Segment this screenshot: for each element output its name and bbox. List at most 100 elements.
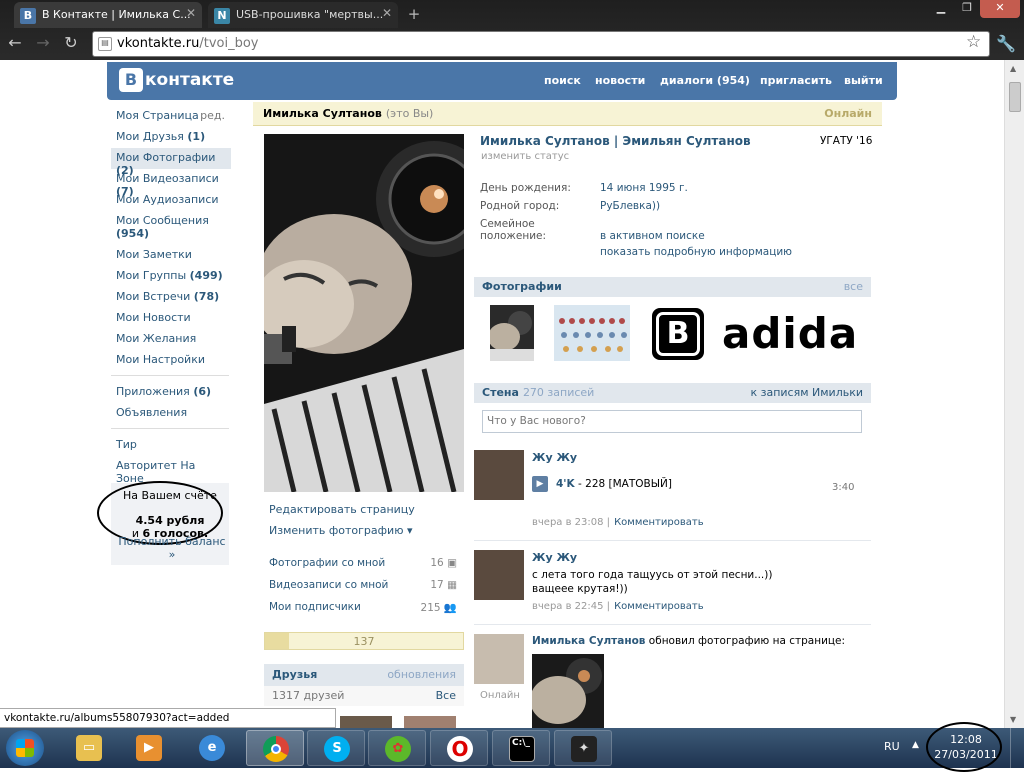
friends-header[interactable]: Друзья обновления	[264, 664, 464, 686]
menu-apps[interactable]: Приложения (6)	[111, 382, 231, 403]
reload-button[interactable]: ↻	[60, 34, 82, 54]
change-status-link[interactable]: изменить статус	[481, 151, 569, 162]
wrench-icon[interactable]: 🔧	[996, 34, 1016, 53]
photos-section-header[interactable]: Фотографии все	[474, 277, 871, 297]
nav-logout-link[interactable]: выйти	[844, 74, 883, 87]
edit-page-link[interactable]: Редактировать страницу	[269, 503, 415, 516]
scroll-down-icon[interactable]: ▼	[1010, 715, 1016, 724]
photos-all-link[interactable]: все	[844, 280, 863, 293]
media-player-icon: ▶	[136, 735, 162, 761]
page-scrollbar[interactable]: ▲ ▼	[1004, 60, 1024, 728]
taskbar-internet-explorer[interactable]: e	[183, 730, 241, 766]
icq-flower-icon: ✿	[385, 736, 411, 762]
tray-expand-icon[interactable]: ▲	[912, 740, 919, 750]
profile-avatar[interactable]	[264, 134, 464, 492]
post-author[interactable]: Жу Жу	[532, 451, 577, 464]
post-author-avatar[interactable]	[474, 634, 524, 684]
audio-track[interactable]: 4'K - 228 [МАТОВЫЙ]	[556, 478, 672, 490]
taskbar-chrome[interactable]	[246, 730, 304, 766]
nav-news-link[interactable]: новости	[595, 74, 645, 87]
profile-full-name: Имилька Султанов | Эмильян Султанов	[480, 134, 751, 148]
menu-events[interactable]: Мои Встречи (78)	[111, 287, 231, 308]
menu-videos[interactable]: Мои Видеозаписи (7)	[111, 169, 231, 198]
show-more-info-link[interactable]: показать подробную информацию	[600, 246, 792, 258]
wall-post-input[interactable]: Что у Вас нового?	[482, 410, 862, 433]
rating-bar[interactable]: 137	[264, 632, 464, 650]
friend-avatar[interactable]	[404, 716, 456, 728]
address-bar[interactable]: ▤ vkontakte.ru/tvoi_boy	[92, 31, 990, 57]
post-author-avatar[interactable]	[474, 550, 524, 600]
scroll-up-icon[interactable]: ▲	[1010, 64, 1016, 73]
menu-audio[interactable]: Мои Аудиозаписи	[111, 190, 231, 211]
info-birthday: День рождения: 14 июня 1995 г.	[480, 182, 688, 194]
menu-notes[interactable]: Мои Заметки	[111, 245, 231, 266]
photo-thumbnail[interactable]	[554, 305, 630, 361]
post-meta: вчера в 23:08 | Комментировать	[532, 517, 704, 528]
menu-wishes[interactable]: Мои Желания	[111, 329, 231, 350]
taskbar-skype[interactable]: S	[307, 730, 365, 766]
photo-thumbnail[interactable]	[490, 305, 534, 361]
post-photo[interactable]	[532, 654, 604, 728]
show-desktop-button[interactable]	[1010, 728, 1024, 768]
bookmark-star-icon[interactable]: ☆	[966, 32, 981, 52]
taskbar-cmd[interactable]: C:\_	[492, 730, 550, 766]
taskbar-opera[interactable]: O	[430, 730, 488, 766]
comment-link[interactable]: Комментировать	[614, 601, 704, 612]
taskbar-media-player[interactable]: ▶	[120, 730, 178, 766]
menu-groups[interactable]: Мои Группы (499)	[111, 266, 231, 287]
tab-vkontakte[interactable]: В В Контакте | Имилька С... ✕	[14, 2, 202, 28]
menu-my-page[interactable]: Моя Страница ред.	[111, 106, 231, 127]
language-indicator[interactable]: RU	[884, 740, 900, 753]
new-tab-button[interactable]: +	[404, 6, 424, 24]
topup-balance-link[interactable]: Пополнить баланс »	[115, 535, 229, 561]
wall-section-header[interactable]: Стена 270 записей к записям Имильки	[474, 383, 871, 403]
post-divider	[474, 624, 871, 625]
menu-news[interactable]: Мои Новости	[111, 308, 231, 329]
close-icon[interactable]: ✕	[186, 6, 196, 20]
vk-logo[interactable]: Вконтакте	[119, 68, 234, 92]
menu-settings[interactable]: Мои Настройки	[111, 350, 231, 371]
subscribers-link[interactable]: Мои подписчики 215 👥	[269, 601, 459, 614]
menu-ads[interactable]: Объявления	[111, 403, 231, 424]
windows-logo-icon	[16, 739, 34, 757]
menu-app-avtoritet[interactable]: Авторитет На Зоне	[111, 456, 231, 485]
back-button[interactable]: ←	[4, 34, 26, 54]
menu-messages[interactable]: Мои Сообщения (954)	[111, 211, 231, 245]
menu-friends[interactable]: Мои Друзья (1)	[111, 127, 231, 148]
change-photo-link[interactable]: Изменить фотографию ▾	[269, 524, 412, 537]
photos-with-me-link[interactable]: Фотографии со мной 16 ▣	[269, 557, 459, 569]
opera-icon: O	[447, 736, 473, 762]
scroll-thumb[interactable]	[1009, 82, 1021, 112]
menu-photos[interactable]: Мои Фотографии (2)	[111, 148, 231, 177]
videos-with-me-link[interactable]: Видеозаписи со мной 17 ▦	[269, 579, 459, 591]
start-button[interactable]	[6, 730, 44, 766]
university-label[interactable]: УГАТУ '16	[820, 135, 872, 147]
friend-avatar[interactable]	[340, 716, 392, 728]
to-posts-link[interactable]: к записям Имильки	[750, 386, 863, 399]
friends-all-link[interactable]: Все	[436, 689, 456, 702]
minimize-button[interactable]: ▁	[928, 0, 954, 18]
play-icon[interactable]: ▶	[532, 476, 548, 492]
post-author[interactable]: Жу Жу	[532, 551, 577, 564]
nav-invite-link[interactable]: пригласить	[760, 74, 832, 87]
browser-chrome: В В Контакте | Имилька С... ✕ N USB-прош…	[0, 0, 1024, 62]
friends-count-row: 1317 друзей Все	[264, 686, 464, 706]
menu-edit-link[interactable]: ред.	[200, 109, 225, 122]
nav-dialogs-link[interactable]: диалоги (954)	[660, 74, 750, 87]
taskbar-counter-strike[interactable]: ✦	[554, 730, 612, 766]
photo-thumbnail[interactable]: В adida	[650, 305, 871, 361]
close-icon[interactable]: ✕	[382, 6, 392, 20]
window-close-button[interactable]: ✕	[980, 0, 1020, 18]
post-author[interactable]: Имилька Султанов	[532, 635, 645, 647]
tab-usb-firmware[interactable]: N USB-прошивка "мертвы... ✕	[208, 2, 398, 28]
taskbar-icq[interactable]: ✿	[368, 730, 426, 766]
comment-link[interactable]: Комментировать	[614, 517, 704, 528]
friends-title: Друзья	[272, 668, 318, 681]
nav-search-link[interactable]: поиск	[544, 74, 581, 87]
menu-app-tir[interactable]: Тир	[111, 435, 231, 456]
maximize-button[interactable]: ❐	[954, 0, 980, 18]
friends-updates-link[interactable]: обновления	[387, 668, 456, 681]
taskbar-explorer[interactable]: ▭	[60, 730, 118, 766]
post-author-avatar[interactable]	[474, 450, 524, 500]
forward-button[interactable]: →	[32, 34, 54, 54]
